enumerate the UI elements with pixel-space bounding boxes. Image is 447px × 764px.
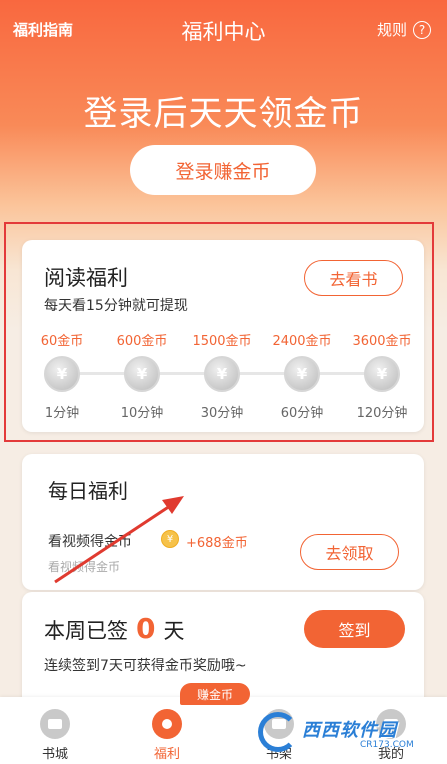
highlight-frame (4, 222, 434, 442)
daily-welfare-card: 每日福利 看视频得金币 ¥ +688金币 看视频得金币 去领取 (22, 454, 424, 590)
earn-coins-badge: 赚金币 (180, 683, 250, 705)
welfare-icon (152, 709, 182, 739)
daily-welfare-title: 每日福利 (48, 479, 128, 503)
nav-item-welfare[interactable]: 福利 (112, 697, 222, 764)
claim-button[interactable]: 去领取 (300, 534, 399, 570)
rules-link[interactable]: 规则 ? (377, 19, 431, 40)
watch-video-task-label: 看视频得金币 (48, 534, 132, 550)
video-reward-amount: +688金币 (186, 536, 248, 551)
nav-item-bookstore[interactable]: 书城 (0, 697, 110, 764)
checkin-title: 本周已签 0 天 (44, 612, 184, 645)
watch-video-task-subtitle: 看视频得金币 (48, 560, 121, 574)
rules-label: 规则 (376, 21, 407, 39)
checkin-prefix: 本周已签 (44, 619, 128, 643)
watermark-logo: 西西软件园 CR173.COM (250, 708, 440, 758)
bookstore-icon (40, 709, 70, 739)
checkin-subtitle: 连续签到7天可获得金币奖励哦~ (44, 658, 247, 674)
top-bar: 福利指南 福利中心 规则 ? (0, 0, 447, 56)
gold-coin-icon: ¥ (161, 530, 179, 548)
checkin-days-count: 0 (136, 612, 156, 645)
question-icon: ? (413, 20, 431, 39)
sign-in-button[interactable]: 签到 (304, 610, 405, 648)
watermark-text: 西西软件园 (302, 720, 397, 741)
checkin-suffix: 天 (163, 619, 185, 643)
login-earn-coins-button[interactable]: 登录赚金币 (130, 145, 316, 195)
watermark-ring-icon (258, 712, 298, 752)
hero-headline: 登录后天天领金币 (83, 94, 364, 134)
nav-label: 福利 (153, 747, 180, 762)
watermark-subtext: CR173.COM (360, 740, 414, 750)
nav-label: 书城 (41, 747, 68, 762)
